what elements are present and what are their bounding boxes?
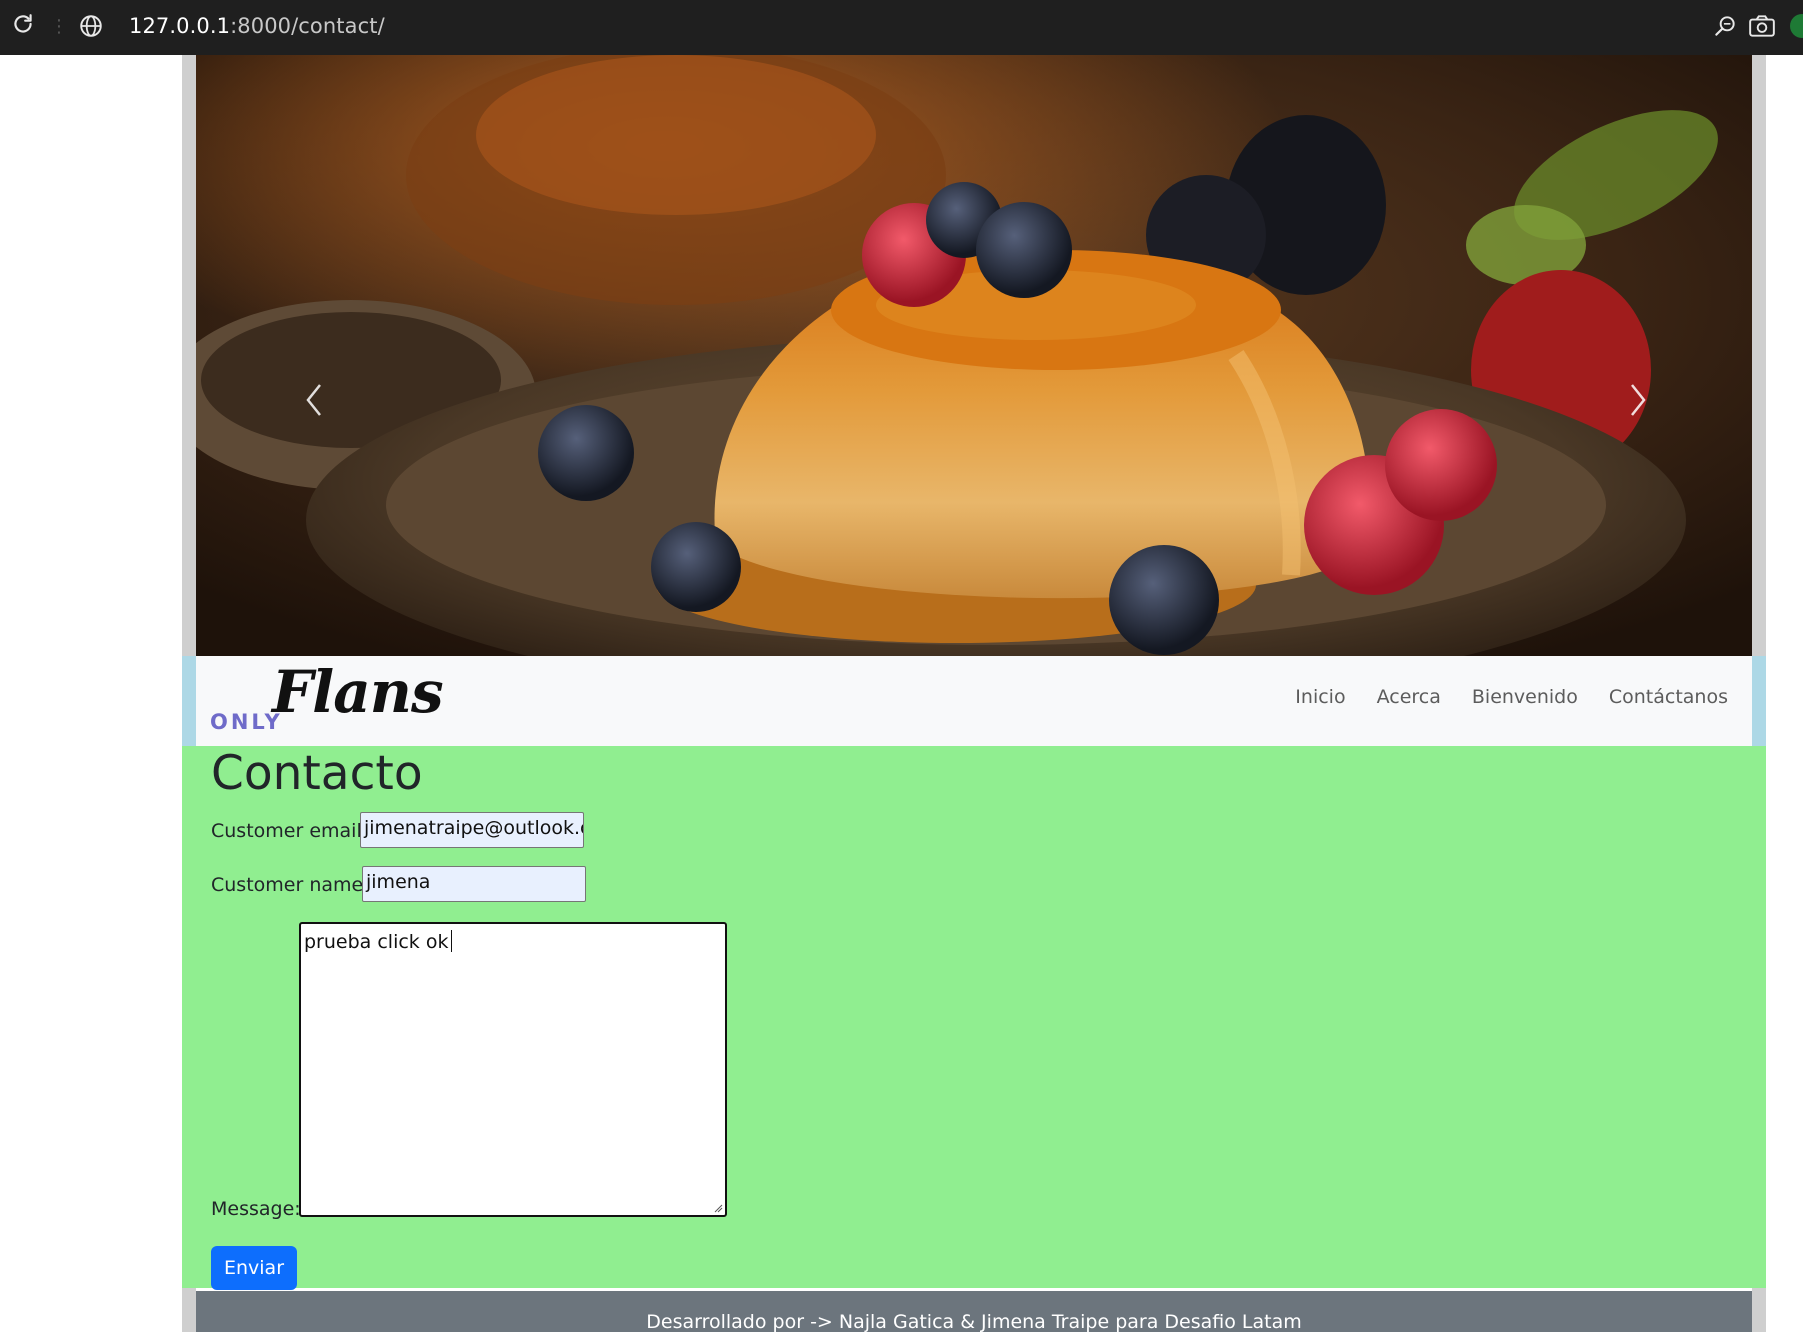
page-frame-left xyxy=(182,55,196,656)
navbar: ONLY Flans Inicio Acerca Bienvenido Cont… xyxy=(196,656,1752,746)
email-field[interactable]: jimenatraipe@outlook.cc xyxy=(360,812,584,848)
resize-handle-icon[interactable] xyxy=(713,1203,723,1213)
carousel-next-icon[interactable] xyxy=(1616,375,1656,425)
brand-flans-text: Flans xyxy=(272,658,444,726)
nav-link-bienvenido[interactable]: Bienvenido xyxy=(1472,686,1578,708)
name-label: Customer name: xyxy=(211,874,370,896)
nav-links: Inicio Acerca Bienvenido Contáctanos xyxy=(1295,686,1728,708)
nav-link-acerca[interactable]: Acerca xyxy=(1377,686,1441,708)
extension-icon[interactable] xyxy=(1790,14,1803,38)
footer-credits: Desarrollado por -> Najla Gatica & Jimen… xyxy=(646,1311,1302,1333)
navbar-edge-right xyxy=(1752,656,1766,746)
hero-carousel xyxy=(196,55,1752,656)
message-text: prueba click ok xyxy=(304,931,449,953)
message-textarea[interactable]: prueba click ok xyxy=(299,922,727,1217)
carousel-prev-icon[interactable] xyxy=(296,375,336,425)
page-title: Contacto xyxy=(211,746,423,801)
email-label: Customer email: xyxy=(211,820,369,842)
address-bar[interactable]: 127.0.0.1:8000/contact/ xyxy=(129,14,385,38)
site-info-icon[interactable] xyxy=(78,13,104,39)
reload-icon[interactable] xyxy=(10,12,36,38)
carousel-image xyxy=(196,55,1752,656)
message-label: Message: xyxy=(211,1198,301,1220)
text-caret xyxy=(451,930,453,952)
nav-link-contactanos[interactable]: Contáctanos xyxy=(1609,686,1728,708)
submit-button[interactable]: Enviar xyxy=(211,1246,297,1290)
brand-logo[interactable]: ONLY Flans xyxy=(210,658,444,740)
contact-section: Contacto Customer email: jimenatraipe@ou… xyxy=(182,746,1766,1290)
name-field[interactable]: jimena xyxy=(362,866,586,902)
nav-link-inicio[interactable]: Inicio xyxy=(1295,686,1345,708)
url-path: :8000/contact/ xyxy=(230,14,385,38)
footer: Desarrollado por -> Najla Gatica & Jimen… xyxy=(196,1291,1752,1333)
browser-toolbar: ⋮ 127.0.0.1:8000/contact/ xyxy=(0,0,1803,55)
url-host: 127.0.0.1 xyxy=(129,14,231,38)
divider-icon: ⋮ xyxy=(50,16,68,36)
page-frame-right xyxy=(1752,55,1766,656)
navbar-edge-left xyxy=(182,656,196,746)
footer-edge-left xyxy=(182,1288,196,1332)
screenshot-icon[interactable] xyxy=(1748,13,1776,39)
footer-edge-right xyxy=(1752,1288,1766,1332)
zoom-icon[interactable] xyxy=(1712,13,1738,39)
